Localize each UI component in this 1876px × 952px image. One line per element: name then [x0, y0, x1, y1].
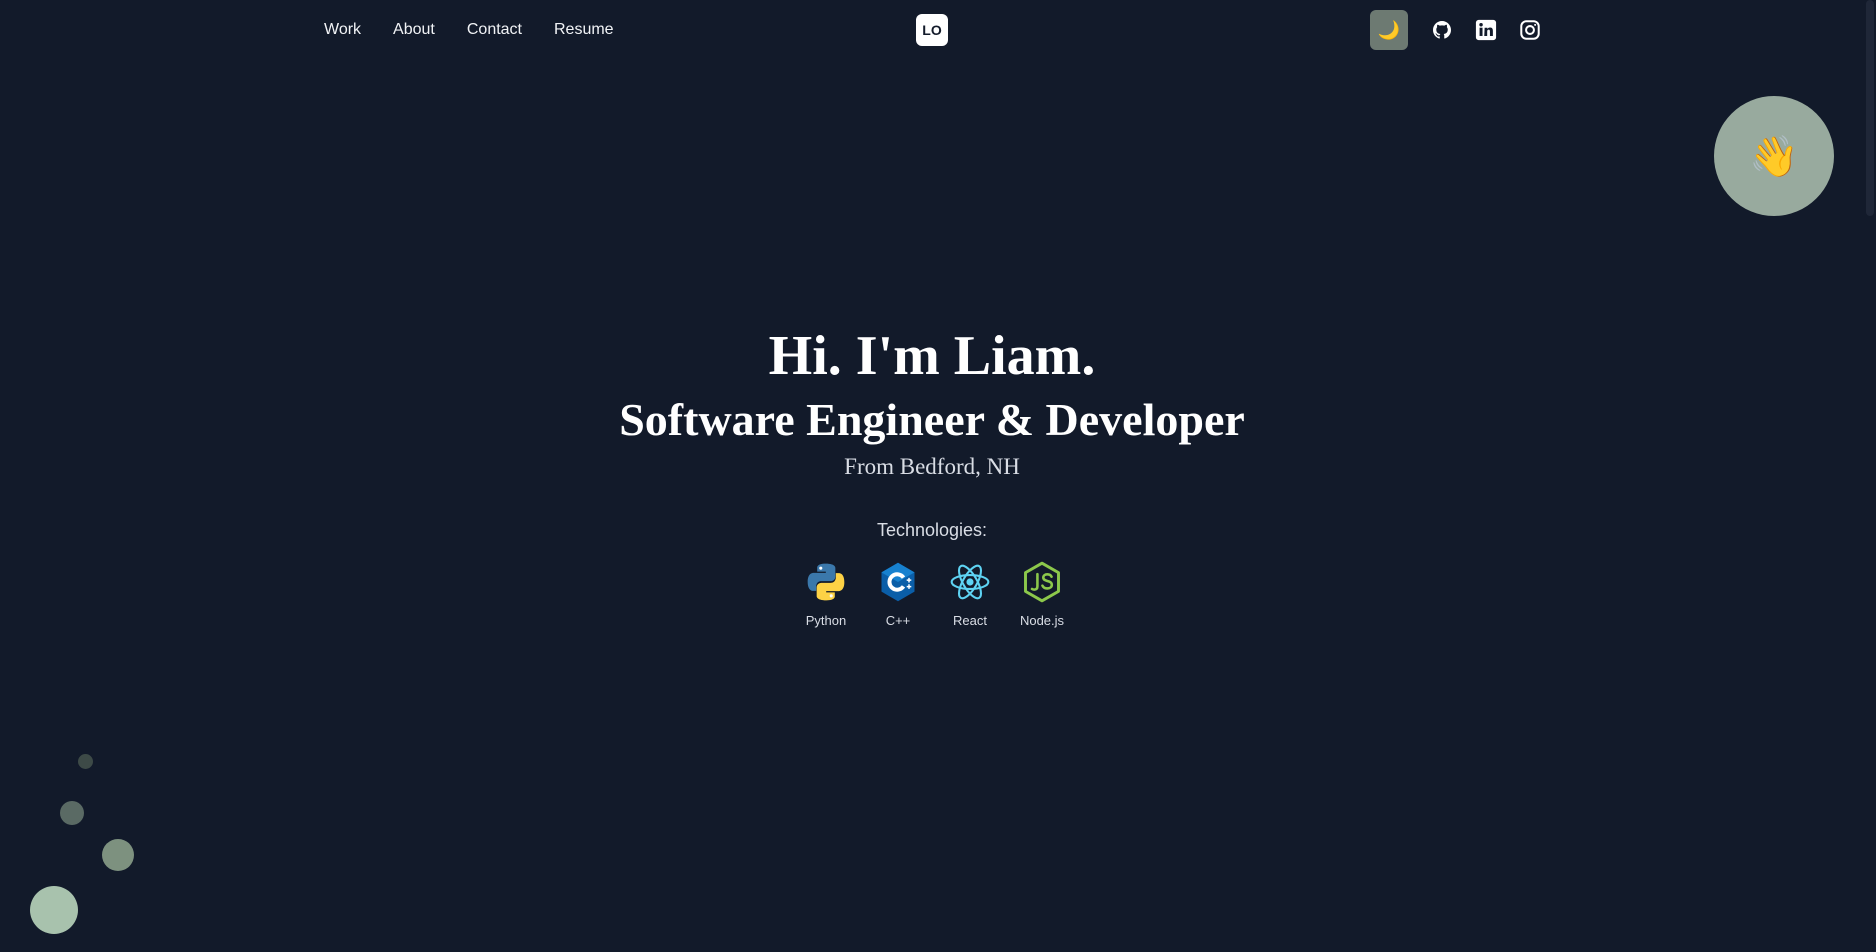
- tech-item-nodejs: Node.js: [1016, 560, 1068, 629]
- github-icon[interactable]: [1430, 18, 1454, 42]
- instagram-icon[interactable]: [1518, 18, 1542, 42]
- tech-label: C++: [885, 613, 911, 628]
- tech-label: Python: [805, 613, 847, 628]
- decorative-bubble: [78, 754, 93, 769]
- hero-subtitle: Software Engineer & Developer: [619, 394, 1245, 445]
- waving-hand-icon: 👋: [1749, 134, 1799, 179]
- hero-location: From Bedford, NH: [844, 454, 1020, 479]
- nodejs-icon: [1024, 561, 1060, 603]
- decorative-bubble: [102, 839, 134, 871]
- scrollbar[interactable]: [1864, 0, 1876, 952]
- decorative-bubble: [60, 801, 84, 825]
- scrollbar-thumb[interactable]: [1866, 0, 1874, 216]
- tech-label: React: [953, 613, 987, 628]
- hero-title: Hi. I'm Liam.: [768, 325, 1096, 387]
- cplusplus-icon: [881, 562, 915, 602]
- nav-link-about[interactable]: About: [393, 18, 435, 42]
- site-logo[interactable]: LO: [916, 14, 948, 46]
- technologies-heading: Technologies:: [876, 520, 988, 540]
- wave-button[interactable]: 👋: [1714, 96, 1834, 216]
- nav-link-work[interactable]: Work: [324, 18, 361, 42]
- technologies-list: Python C++ React Node.js: [800, 560, 1068, 629]
- react-icon: [950, 564, 990, 600]
- nav-link-contact[interactable]: Contact: [467, 18, 522, 42]
- python-icon: [807, 563, 845, 601]
- decorative-bubble: [30, 886, 78, 934]
- moon-icon: 🌙: [1377, 19, 1401, 40]
- tech-item-cplusplus: C++: [872, 560, 924, 629]
- nav-links: Work About Contact Resume: [324, 18, 614, 42]
- tech-item-react: React: [944, 560, 996, 629]
- header-actions: 🌙: [1370, 10, 1542, 50]
- nav-link-resume[interactable]: Resume: [554, 18, 614, 42]
- tech-item-python: Python: [800, 560, 852, 629]
- tech-label: Node.js: [1019, 613, 1065, 628]
- linkedin-icon[interactable]: [1474, 18, 1498, 42]
- theme-toggle-button[interactable]: 🌙: [1370, 10, 1408, 50]
